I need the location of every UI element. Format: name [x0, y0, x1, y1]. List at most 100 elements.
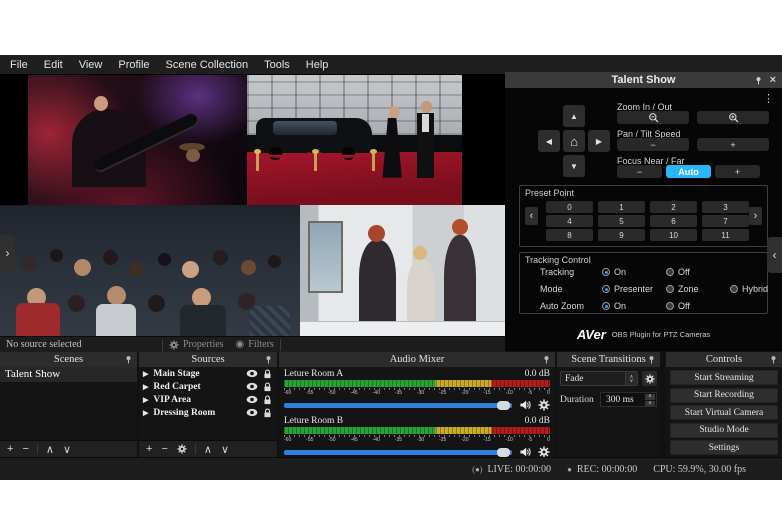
source-item-vip-area[interactable]: ▶ VIP Area	[139, 393, 277, 406]
menu-profile[interactable]: Profile	[110, 59, 157, 71]
lock-icon[interactable]	[263, 369, 272, 379]
close-icon[interactable]: ×	[770, 74, 776, 86]
tracking-on-radio[interactable]: On	[602, 267, 666, 277]
right-dock-expander[interactable]: ‹	[767, 237, 782, 273]
ptz-panel-header: Talent Show ×	[505, 72, 782, 88]
pin-icon[interactable]	[754, 76, 763, 85]
channel-gear-icon[interactable]	[538, 446, 550, 457]
menu-edit[interactable]: Edit	[36, 59, 71, 71]
ptz-down-button[interactable]: ▼	[563, 155, 585, 177]
move-scene-down-button[interactable]: ∨	[63, 443, 71, 456]
move-source-up-button[interactable]: ∧	[204, 443, 212, 456]
menu-tools[interactable]: Tools	[256, 59, 298, 71]
channel-gear-icon[interactable]	[538, 399, 550, 411]
eye-icon[interactable]	[246, 408, 258, 417]
eye-icon[interactable]	[246, 382, 258, 391]
preset-button-0[interactable]: 0	[546, 201, 593, 213]
ptz-right-button[interactable]: ▶	[588, 130, 610, 152]
auto-zoom-off-radio[interactable]: Off	[666, 301, 690, 311]
pan-speed-minus-button[interactable]: −	[617, 138, 689, 151]
move-source-down-button[interactable]: ∨	[221, 443, 229, 456]
preset-button-11[interactable]: 11	[702, 229, 749, 241]
volume-slider-handle[interactable]	[497, 401, 510, 410]
focus-near-button[interactable]: −	[617, 165, 662, 178]
zoom-in-button[interactable]	[697, 111, 769, 124]
zoom-out-button[interactable]	[617, 111, 689, 124]
preview-quadrant-red-carpet[interactable]	[247, 75, 462, 205]
pin-icon[interactable]	[647, 355, 656, 364]
transition-settings-button[interactable]	[642, 371, 657, 386]
menu-help[interactable]: Help	[298, 59, 337, 71]
preview-quadrant-dressing-room[interactable]	[300, 205, 505, 336]
preset-button-4[interactable]: 4	[546, 215, 593, 227]
pin-icon[interactable]	[264, 355, 273, 364]
preset-prev-button[interactable]: ‹	[525, 207, 538, 225]
pin-icon[interactable]	[542, 355, 551, 364]
preset-button-5[interactable]: 5	[598, 215, 645, 227]
scene-item-talent-show[interactable]: Talent Show	[0, 367, 137, 382]
filters-button[interactable]: ◉ Filters	[236, 339, 274, 350]
pan-speed-plus-button[interactable]: +	[697, 138, 769, 151]
pin-icon[interactable]	[124, 355, 133, 364]
ptz-home-button[interactable]: ⌂	[563, 130, 585, 152]
duration-spinner[interactable]: ∧ ∨	[645, 393, 656, 406]
transition-select[interactable]: Fade ∧ ∨	[560, 371, 638, 386]
ptz-up-button[interactable]: ▲	[563, 105, 585, 127]
source-item-dressing-room[interactable]: ▶ Dressing Room	[139, 406, 277, 419]
start-virtual-camera-button[interactable]: Start Virtual Camera	[670, 405, 778, 420]
ptz-left-button[interactable]: ◀	[538, 130, 560, 152]
lock-icon[interactable]	[263, 395, 272, 405]
speaker-icon[interactable]	[519, 399, 532, 411]
preset-button-3[interactable]: 3	[702, 201, 749, 213]
volume-meter	[284, 427, 550, 434]
lock-icon[interactable]	[263, 408, 272, 418]
remove-scene-button[interactable]: −	[22, 443, 28, 455]
add-scene-button[interactable]: +	[7, 443, 13, 455]
tracking-off-radio[interactable]: Off	[666, 267, 690, 277]
preset-button-1[interactable]: 1	[598, 201, 645, 213]
radio-icon	[666, 302, 674, 310]
combo-spinner[interactable]: ∧ ∨	[625, 372, 637, 385]
start-streaming-button[interactable]: Start Streaming	[670, 370, 778, 385]
focus-auto-button[interactable]: Auto	[666, 165, 711, 178]
menu-file[interactable]: File	[2, 59, 36, 71]
kebab-menu-icon[interactable]: ⋮	[763, 94, 774, 104]
add-source-button[interactable]: +	[146, 443, 152, 455]
properties-button[interactable]: Properties	[169, 339, 224, 350]
volume-slider[interactable]	[284, 450, 512, 455]
left-dock-expander[interactable]: ›	[0, 235, 15, 271]
mode-presenter-radio[interactable]: Presenter	[602, 284, 666, 294]
preset-button-10[interactable]: 10	[650, 229, 697, 241]
preset-button-8[interactable]: 8	[546, 229, 593, 241]
remove-source-button[interactable]: −	[161, 443, 167, 455]
volume-slider-handle[interactable]	[497, 448, 510, 457]
focus-far-button[interactable]: +	[715, 165, 760, 178]
source-properties-gear-icon[interactable]	[177, 444, 187, 454]
preset-button-9[interactable]: 9	[598, 229, 645, 241]
source-item-main-stage[interactable]: ▶ Main Stage	[139, 367, 277, 380]
preset-button-7[interactable]: 7	[702, 215, 749, 227]
move-scene-up-button[interactable]: ∧	[46, 443, 54, 456]
auto-zoom-on-radio[interactable]: On	[602, 301, 666, 311]
mode-zone-radio[interactable]: Zone	[666, 284, 730, 294]
settings-button[interactable]: Settings	[670, 440, 778, 455]
start-recording-button[interactable]: Start Recording	[670, 388, 778, 403]
menu-scene-collection[interactable]: Scene Collection	[158, 59, 257, 71]
preview-quadrant-vip-area[interactable]	[0, 205, 300, 336]
preset-next-button[interactable]: ›	[749, 207, 762, 225]
pin-icon[interactable]	[769, 355, 778, 364]
studio-mode-button[interactable]: Studio Mode	[670, 423, 778, 438]
preset-button-2[interactable]: 2	[650, 201, 697, 213]
duration-input[interactable]: 300 ms ∧ ∨	[600, 392, 657, 407]
speaker-icon[interactable]	[519, 446, 532, 457]
mode-hybrid-radio[interactable]: Hybrid	[730, 284, 768, 294]
eye-icon[interactable]	[246, 369, 258, 378]
preset-button-6[interactable]: 6	[650, 215, 697, 227]
program-preview	[0, 74, 505, 336]
preview-quadrant-main-stage[interactable]	[28, 75, 247, 205]
source-item-red-carpet[interactable]: ▶ Red Carpet	[139, 380, 277, 393]
volume-slider[interactable]	[284, 403, 512, 408]
lock-icon[interactable]	[263, 382, 272, 392]
eye-icon[interactable]	[246, 395, 258, 404]
menu-view[interactable]: View	[71, 59, 111, 71]
